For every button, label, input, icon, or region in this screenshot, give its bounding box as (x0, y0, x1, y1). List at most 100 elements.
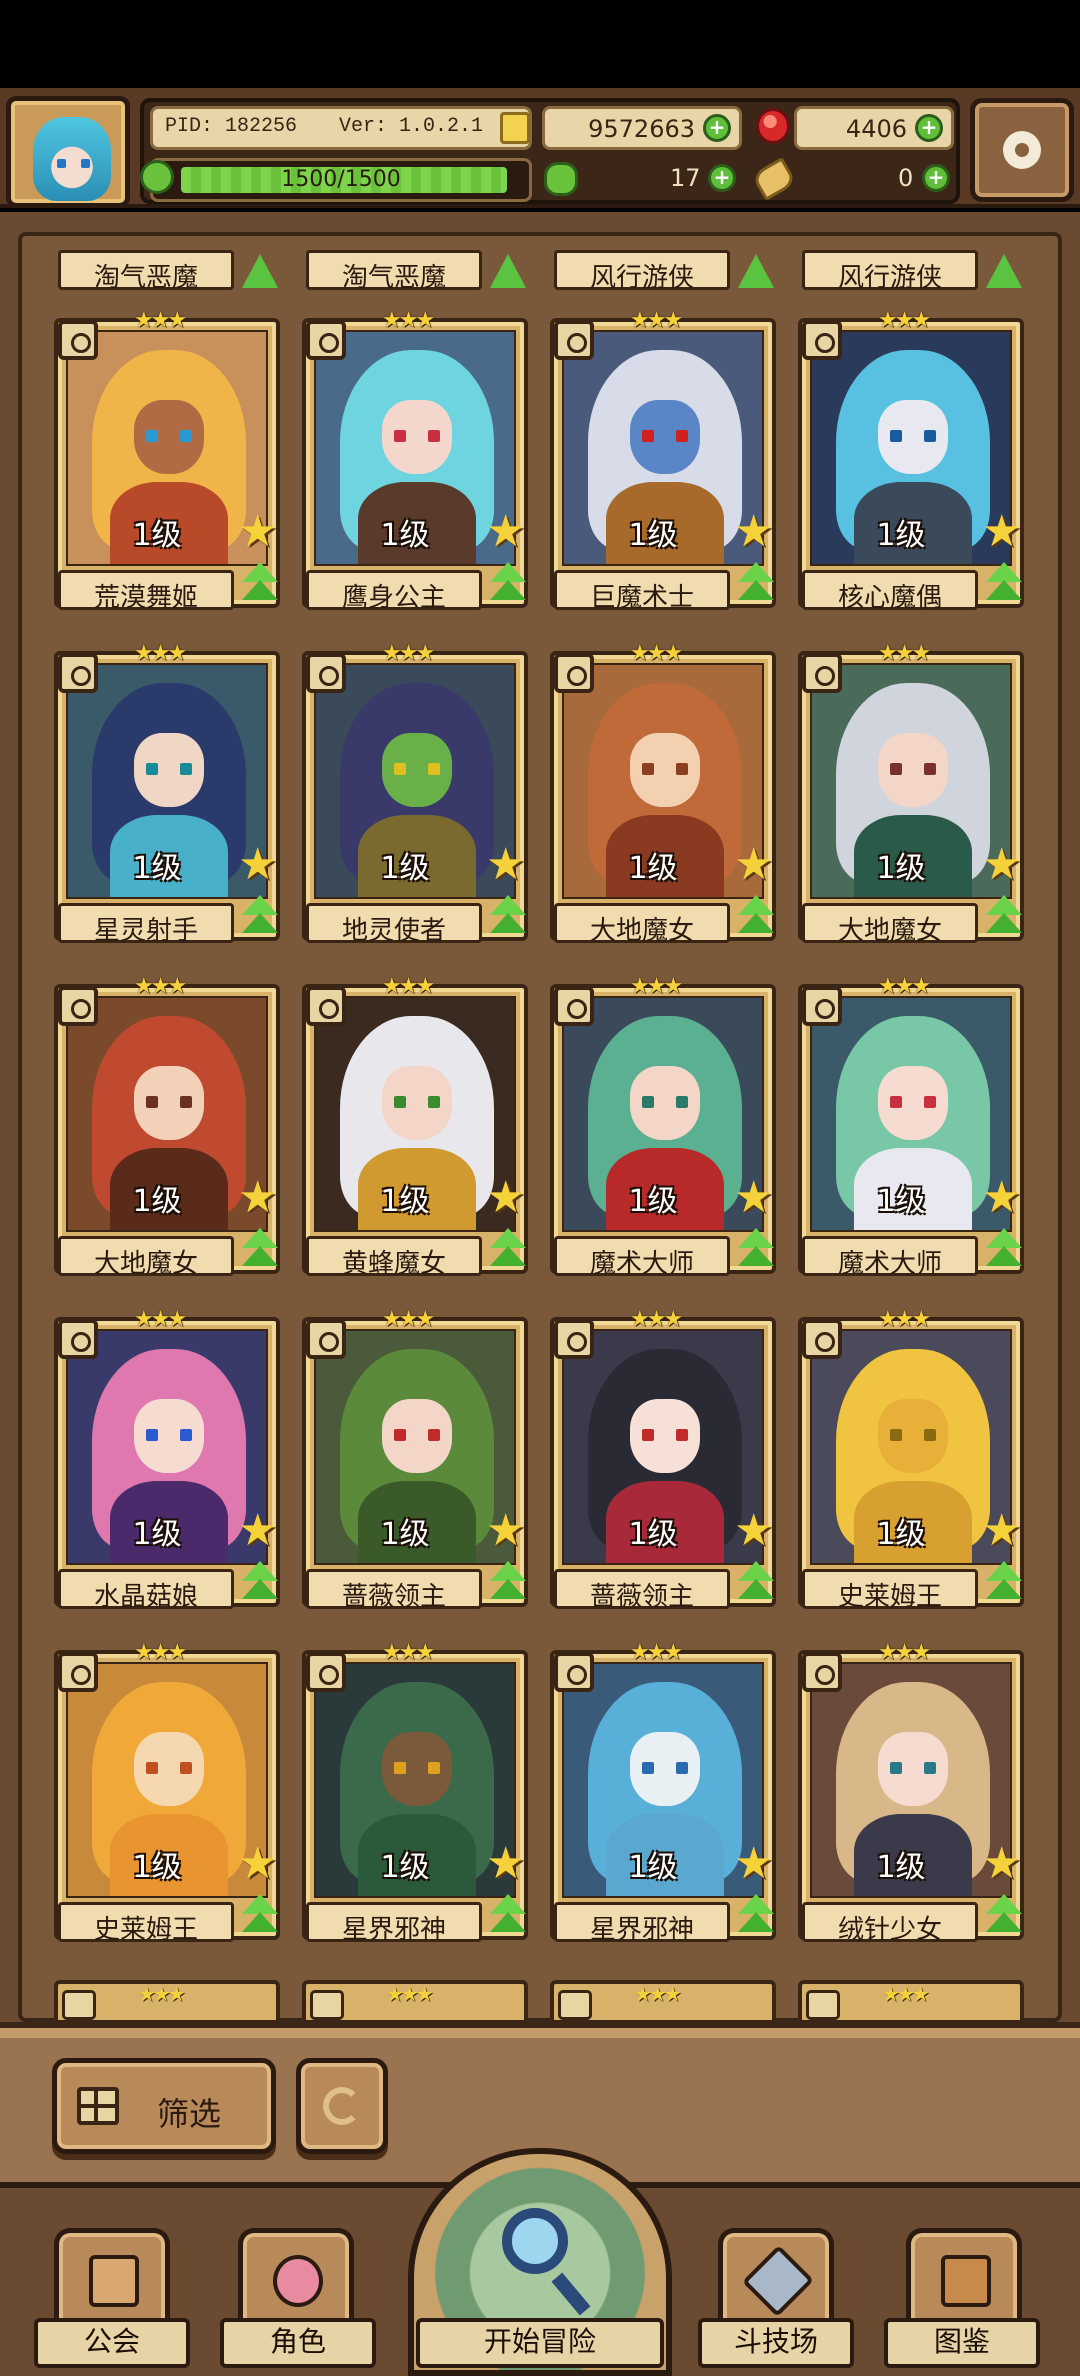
character-card[interactable]: ★★★ 1级 ★ 蔷薇领主 (302, 1309, 528, 1615)
star-icon[interactable]: ★ (734, 843, 773, 887)
upgrade-arrow-icon[interactable] (734, 1228, 778, 1278)
character-card[interactable]: ★★★ 1级 ★ 巨魔术士 (550, 310, 776, 616)
character-card[interactable]: ★★★ 1级 ★ 大地魔女 (798, 643, 1024, 949)
star-icon[interactable]: ★ (734, 1842, 773, 1886)
upgrade-arrow-icon[interactable] (238, 562, 282, 612)
star-icon[interactable]: ★ (982, 1842, 1021, 1886)
rarity-stars: ★★★ (882, 1982, 930, 2006)
character-card[interactable]: ★★★ 1级 ★ 核心魔偶 (798, 310, 1024, 616)
arrow-chevron (986, 1246, 1022, 1266)
character-name: 史莱姆王 (93, 1915, 198, 1945)
top-row-card[interactable]: 淘气恶魔 (302, 250, 528, 294)
refresh-button[interactable] (296, 2058, 388, 2154)
settings-button[interactable] (970, 98, 1074, 202)
character-card[interactable]: ★★★ 1级 ★ 星界邪神 (550, 1642, 776, 1948)
upgrade-arrow-icon[interactable] (238, 1561, 282, 1611)
star-icon[interactable]: ★ (982, 1509, 1021, 1553)
star-icon[interactable]: ★ (982, 843, 1021, 887)
character-card[interactable]: ★★★ 1级 ★ 星界邪神 (302, 1642, 528, 1948)
nav-arena-label[interactable]: 斗技场 (698, 2318, 854, 2368)
top-row-card[interactable]: 淘气恶魔 (54, 250, 280, 294)
nav-guild-label[interactable]: 公会 (34, 2318, 190, 2368)
star-icon[interactable]: ★ (486, 1176, 525, 1220)
upgrade-arrow-icon[interactable] (486, 1561, 530, 1611)
character-card[interactable]: ★★★ 1级 ★ 鹰身公主 (302, 310, 528, 616)
add-gold-plus-icon[interactable]: + (703, 114, 731, 142)
upgrade-arrow-icon[interactable] (490, 254, 526, 288)
star-icon[interactable]: ★ (486, 1509, 525, 1553)
star-icon[interactable]: ★ (238, 510, 277, 554)
character-card[interactable]: ★★★ 1级 ★ 魔术大师 (798, 976, 1024, 1282)
star-icon[interactable]: ★ (734, 1176, 773, 1220)
player-avatar[interactable] (6, 96, 130, 208)
character-card[interactable]: ★★★ 1级 ★ 水晶菇娘 (54, 1309, 280, 1615)
upgrade-arrow-icon[interactable] (486, 895, 530, 945)
star-icon[interactable]: ★ (486, 510, 525, 554)
portrait-eye (394, 1096, 406, 1108)
top-row-card[interactable]: 风行游侠 (550, 250, 776, 294)
arrow-chevron (490, 580, 526, 600)
filter-button[interactable]: 筛选 (52, 2058, 276, 2154)
add-bone-plus-icon[interactable]: + (922, 164, 950, 192)
character-card[interactable]: ★★★ 1级 ★ 大地魔女 (54, 976, 280, 1282)
upgrade-arrow-icon[interactable] (242, 254, 278, 288)
exp-bar: 1500/1500 (150, 158, 532, 202)
character-level: 1级 (628, 1517, 678, 1552)
character-card[interactable]: ★★★ 1级 ★ 绒针少女 (798, 1642, 1024, 1948)
upgrade-arrow-icon[interactable] (486, 1228, 530, 1278)
star-icon[interactable]: ★ (486, 843, 525, 887)
upgrade-arrow-icon[interactable] (238, 895, 282, 945)
upgrade-arrow-icon[interactable] (982, 1228, 1026, 1278)
upgrade-arrow-icon[interactable] (238, 1228, 282, 1278)
character-card[interactable]: ★★★ 1级 ★ 星灵射手 (54, 643, 280, 949)
upgrade-arrow-icon[interactable] (486, 562, 530, 612)
upgrade-arrow-icon[interactable] (238, 1894, 282, 1944)
upgrade-arrow-icon[interactable] (738, 254, 774, 288)
character-name: 史莱姆王 (837, 1582, 942, 1612)
crossed-swords-icon (741, 2244, 815, 2318)
partial-character-card[interactable]: ★★★ (798, 1980, 1024, 2020)
upgrade-arrow-icon[interactable] (734, 1561, 778, 1611)
character-card[interactable]: ★★★ 1级 ★ 黄蜂魔女 (302, 976, 528, 1282)
star-icon[interactable]: ★ (238, 1842, 277, 1886)
add-clover-plus-icon[interactable]: + (708, 164, 736, 192)
character-card[interactable]: ★★★ 1级 ★ 史莱姆王 (798, 1309, 1024, 1615)
portrait-eye (890, 1096, 902, 1108)
character-card[interactable]: ★★★ 1级 ★ 魔术大师 (550, 976, 776, 1282)
upgrade-arrow-icon[interactable] (486, 1894, 530, 1944)
character-name: 魔术大师 (589, 1249, 694, 1279)
add-gem-plus-icon[interactable]: + (915, 114, 943, 142)
upgrade-arrow-icon[interactable] (982, 895, 1026, 945)
character-card[interactable]: ★★★ 1级 ★ 荒漠舞姬 (54, 310, 280, 616)
partial-character-card[interactable]: ★★★ (550, 1980, 776, 2020)
star-icon[interactable]: ★ (238, 1509, 277, 1553)
upgrade-arrow-icon[interactable] (734, 562, 778, 612)
nav-character-label[interactable]: 角色 (220, 2318, 376, 2368)
partial-character-card[interactable]: ★★★ (302, 1980, 528, 2020)
character-card[interactable]: ★★★ 1级 ★ 地灵使者 (302, 643, 528, 949)
upgrade-arrow-icon[interactable] (734, 1894, 778, 1944)
character-card[interactable]: ★★★ 1级 ★ 大地魔女 (550, 643, 776, 949)
star-icon[interactable]: ★ (734, 510, 773, 554)
character-name: 核心魔偶 (837, 583, 942, 613)
star-icon[interactable]: ★ (238, 843, 277, 887)
avatar-eye (57, 159, 66, 168)
star-icon[interactable]: ★ (982, 1176, 1021, 1220)
upgrade-arrow-icon[interactable] (986, 254, 1022, 288)
character-card[interactable]: ★★★ 1级 ★ 史莱姆王 (54, 1642, 280, 1948)
arrow-chevron (986, 1579, 1022, 1599)
character-card[interactable]: ★★★ 1级 ★ 蔷薇领主 (550, 1309, 776, 1615)
top-row-card[interactable]: 风行游侠 (798, 250, 1024, 294)
star-icon[interactable]: ★ (486, 1842, 525, 1886)
star-icon[interactable]: ★ (238, 1176, 277, 1220)
upgrade-arrow-icon[interactable] (982, 1894, 1026, 1944)
nav-adventure-label[interactable]: 开始冒险 (416, 2318, 664, 2368)
star-icon[interactable]: ★ (734, 1509, 773, 1553)
upgrade-arrow-icon[interactable] (982, 562, 1026, 612)
star-icon[interactable]: ★ (982, 510, 1021, 554)
partial-character-card[interactable]: ★★★ (54, 1980, 280, 2020)
upgrade-arrow-icon[interactable] (982, 1561, 1026, 1611)
nav-codex-label[interactable]: 图鉴 (884, 2318, 1040, 2368)
upgrade-arrow-icon[interactable] (734, 895, 778, 945)
key-icon (58, 1652, 98, 1692)
